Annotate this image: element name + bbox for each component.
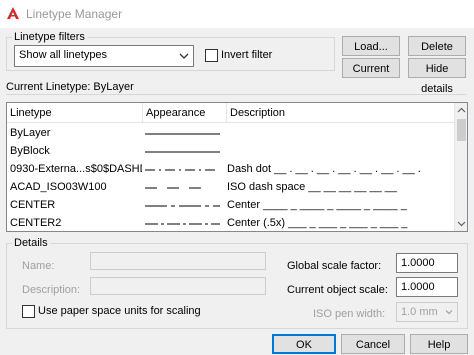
linetype-appearance	[143, 196, 225, 214]
current-object-scale-label: Current object scale:	[287, 284, 388, 296]
invert-filter-checkbox[interactable]	[205, 49, 218, 62]
current-button[interactable]: Current	[342, 58, 400, 78]
iso-pen-width-value: 1.0 mm	[401, 306, 438, 318]
linetype-name: ByLayer	[10, 127, 51, 139]
linetype-list[interactable]: Linetype Appearance Description ByLayer B…	[6, 102, 468, 232]
delete-button[interactable]: Delete	[408, 36, 466, 56]
table-row[interactable]: ByLayer	[7, 124, 455, 142]
linetype-preview	[145, 187, 201, 189]
column-header-appearance[interactable]: Appearance	[143, 103, 227, 123]
current-linetype-label: Current Linetype: ByLayer	[6, 81, 466, 95]
scroll-down-icon[interactable]	[457, 219, 466, 228]
paper-space-checkbox[interactable]	[22, 305, 35, 318]
linetype-preview	[145, 133, 220, 135]
details-label: Details	[12, 237, 50, 249]
table-row[interactable]: CENTER Center ____ _ ____ _ ____ _ ____ _	[7, 196, 455, 214]
load-button[interactable]: Load...	[342, 36, 400, 56]
ok-button[interactable]: OK	[272, 334, 336, 354]
column-header-linetype[interactable]: Linetype	[7, 103, 143, 123]
linetype-appearance	[143, 214, 225, 231]
scroll-up-icon[interactable]	[457, 106, 466, 115]
table-row[interactable]: 0930-Externa...s$0$DASHDOT Dash dot __ . …	[7, 160, 455, 178]
linetype-name: 0930-Externa...s$0$DASHDOT	[10, 163, 142, 175]
global-scale-input[interactable]: 1.0000	[396, 253, 458, 273]
help-button[interactable]: Help	[410, 334, 468, 354]
scrollbar-thumb[interactable]	[457, 119, 466, 141]
linetype-name: CENTER	[10, 199, 56, 211]
table-row[interactable]: ACAD_ISO03W100 ISO dash space __ __ __ __…	[7, 178, 455, 196]
iso-pen-width-label: ISO pen width:	[313, 308, 386, 320]
linetype-preview	[145, 223, 220, 225]
global-scale-label: Global scale factor:	[287, 260, 382, 272]
linetype-filters-label: Linetype filters	[12, 31, 87, 43]
linetype-preview	[145, 169, 215, 171]
table-row[interactable]: ByBlock	[7, 142, 455, 160]
linetype-appearance	[143, 178, 225, 196]
name-input[interactable]	[90, 252, 266, 270]
linetype-name: ByBlock	[10, 145, 50, 157]
linetype-description	[227, 142, 453, 160]
linetype-appearance	[143, 124, 225, 142]
linetype-rows: ByLayer ByBlock 0930-Externa...s$0$DASHDOT…	[7, 124, 455, 231]
description-label: Description:	[22, 284, 81, 296]
current-object-scale-input[interactable]: 1.0000	[396, 277, 458, 297]
linetype-description	[227, 124, 453, 142]
linetype-name: CENTER2	[10, 217, 62, 229]
paper-space-label: Use paper space units for scaling	[38, 305, 201, 317]
linetype-filter-value: Show all linetypes	[19, 49, 108, 61]
chevron-down-icon	[179, 53, 189, 59]
invert-filter-label: Invert filter	[221, 49, 273, 61]
table-row[interactable]: CENTER2 Center (.5x) ___ _ ___ _ ___ _ __…	[7, 214, 455, 231]
cancel-button[interactable]: Cancel	[341, 334, 405, 354]
linetype-description: Center ____ _ ____ _ ____ _ ____ _	[227, 199, 407, 211]
column-header-description[interactable]: Description	[227, 103, 455, 123]
linetype-description: Dash dot __ . __ . __ . __ . __ . __ . _…	[227, 163, 421, 175]
linetype-filter-select[interactable]: Show all linetypes	[14, 45, 194, 67]
linetype-name: ACAD_ISO03W100	[10, 181, 107, 193]
autocad-logo-icon	[7, 7, 19, 19]
linetype-description: Center (.5x) ___ _ ___ _ ___ _ ___ _	[227, 217, 408, 229]
window-title: Linetype Manager	[26, 7, 123, 21]
linetype-preview	[145, 205, 220, 207]
list-scrollbar[interactable]	[454, 103, 467, 231]
linetype-preview	[145, 151, 220, 153]
description-input[interactable]	[90, 277, 266, 295]
iso-pen-width-select[interactable]: 1.0 mm	[396, 302, 458, 322]
name-label: Name:	[22, 260, 55, 272]
list-header: Linetype Appearance Description	[7, 103, 455, 123]
linetype-appearance	[143, 160, 225, 178]
linetype-appearance	[143, 142, 225, 160]
hide-details-button[interactable]: Hide details	[408, 58, 466, 95]
chevron-down-icon	[445, 310, 453, 315]
linetype-description: ISO dash space __ __ __ __ __ __	[227, 181, 398, 193]
